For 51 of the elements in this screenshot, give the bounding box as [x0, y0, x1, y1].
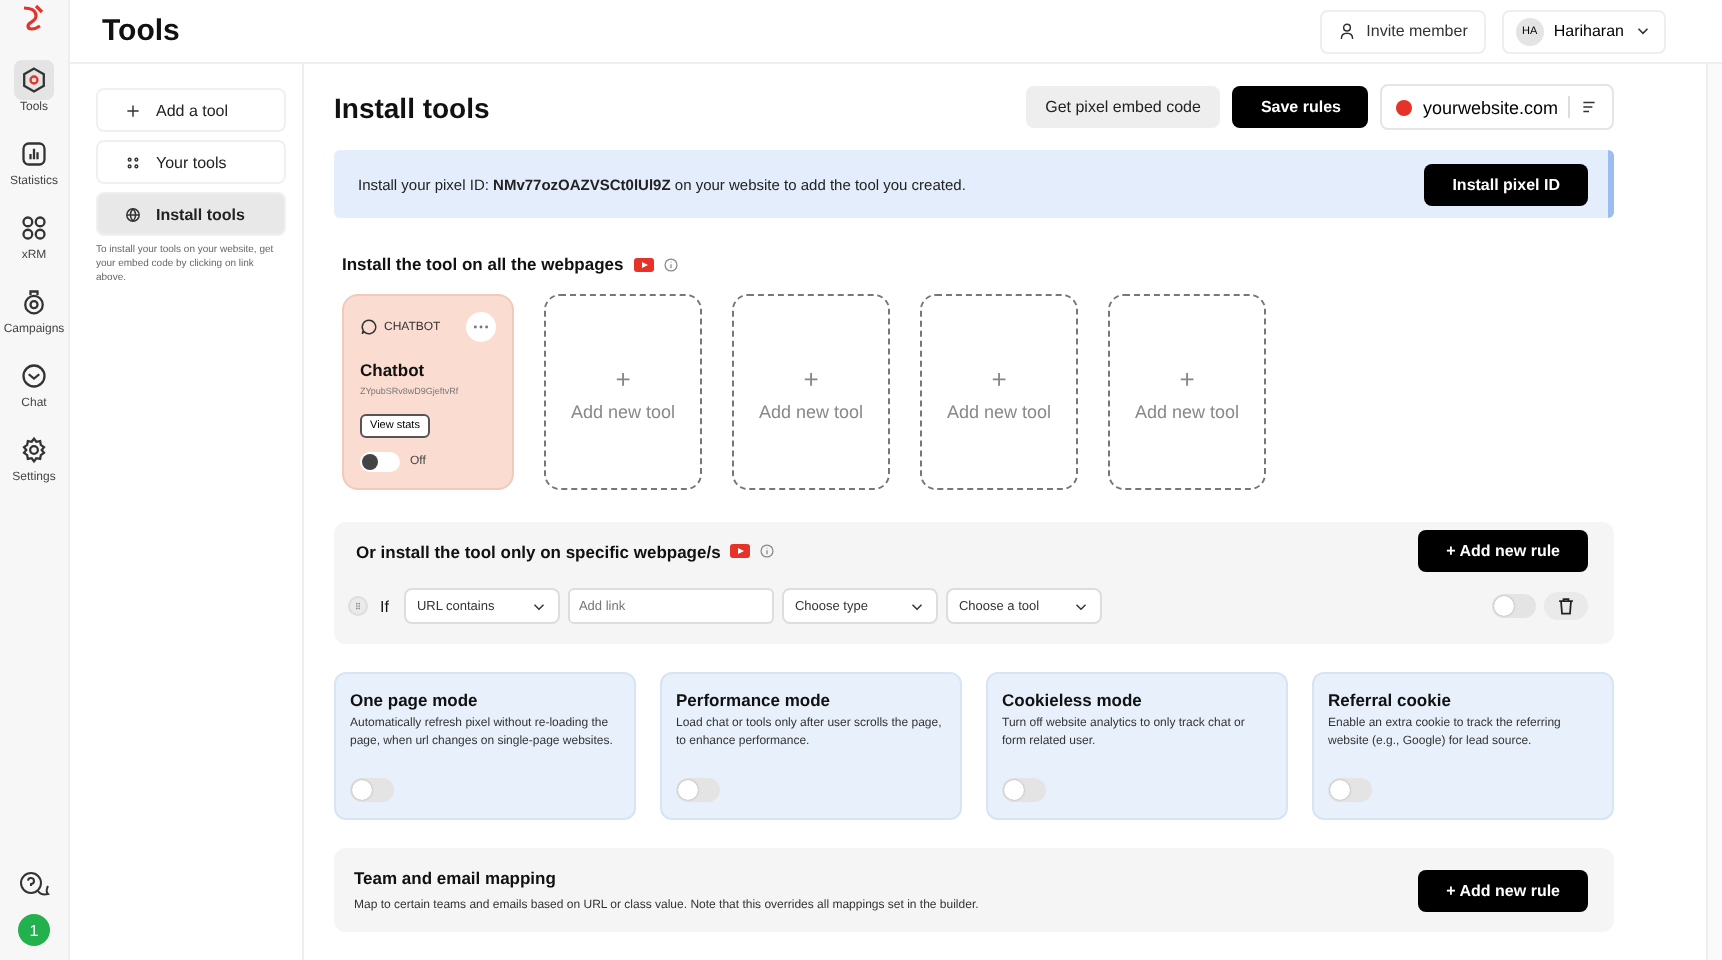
chart-icon — [20, 140, 48, 168]
section-title: Install the tool on all the webpages — [342, 254, 624, 274]
invite-member-button[interactable]: Invite member — [1320, 9, 1486, 53]
megaphone-icon — [20, 288, 48, 316]
add-tool-button[interactable]: + Add new tool — [732, 294, 890, 490]
circles-icon — [20, 214, 48, 242]
toggle-switch[interactable] — [1002, 778, 1046, 802]
section-title: Team and email mapping — [354, 868, 558, 888]
toggle-switch[interactable] — [1492, 594, 1536, 618]
more-button[interactable] — [466, 312, 496, 342]
menu-item[interactable]: Install tools — [96, 192, 286, 236]
info-icon[interactable] — [663, 257, 678, 271]
toggle-switch[interactable] — [350, 778, 394, 802]
settings-icon — [20, 436, 48, 464]
tool-name: Chatbot — [360, 360, 427, 380]
install-pixel-button[interactable]: Install pixel ID — [1424, 163, 1588, 205]
trash-icon — [1556, 596, 1576, 616]
section-heading: Install tools — [334, 91, 492, 123]
mode-title: Cookieless mode — [1002, 690, 1144, 710]
if-label: If — [380, 597, 389, 615]
toggle-switch[interactable] — [360, 452, 400, 472]
toggle-switch[interactable] — [676, 778, 720, 802]
chat-bubble-icon — [360, 318, 378, 336]
menu-icon — [1580, 98, 1598, 116]
embed-code-button[interactable]: Get pixel embed code — [1025, 86, 1221, 128]
add-rule-button[interactable]: + Add new rule — [1418, 869, 1588, 911]
person-icon — [1338, 22, 1357, 40]
mode-title: One page mode — [350, 690, 480, 710]
mode-title: Performance mode — [676, 690, 832, 710]
page-title: Tools — [102, 14, 182, 48]
plus-icon — [124, 101, 142, 119]
add-rule-button[interactable]: + Add new rule — [1418, 530, 1588, 572]
video-icon[interactable] — [633, 257, 654, 271]
add-tool-button[interactable]: + Add new tool — [920, 294, 1078, 490]
add-tool-button[interactable]: + Add new tool — [1108, 294, 1266, 490]
globe-icon — [124, 205, 142, 223]
menu-item[interactable]: Add a tool — [96, 88, 286, 132]
mode-title: Referral cookie — [1328, 690, 1453, 710]
info-icon[interactable] — [760, 544, 775, 558]
video-icon[interactable] — [730, 544, 751, 558]
delete-button[interactable] — [1544, 592, 1588, 620]
chat-icon — [20, 362, 48, 390]
toggle-switch[interactable] — [1328, 778, 1372, 802]
hexagon-icon — [20, 66, 48, 94]
add-tool-button[interactable]: + Add new tool — [544, 294, 702, 490]
grid-icon — [124, 153, 142, 171]
section-title: Or install the tool only on specific webpage/s — [356, 541, 721, 561]
drag-handle-icon[interactable] — [348, 596, 368, 616]
menu-item[interactable]: Your tools — [96, 140, 286, 184]
website-selector[interactable]: yourwebsite.com — [1380, 84, 1614, 130]
save-button[interactable]: Save rules — [1232, 86, 1369, 128]
